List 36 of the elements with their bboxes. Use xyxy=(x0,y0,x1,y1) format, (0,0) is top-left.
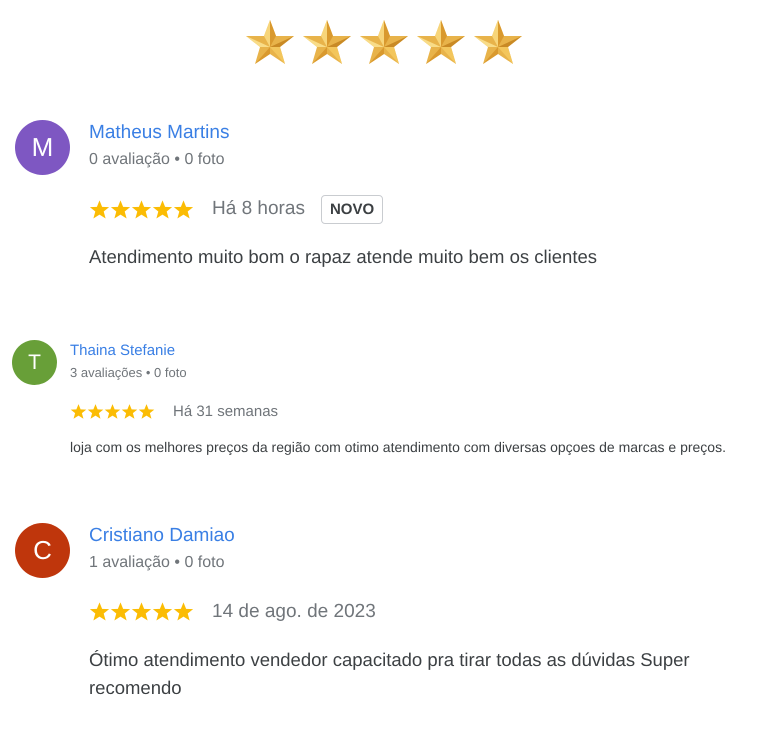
star-icon xyxy=(121,403,138,420)
reviewer-name[interactable]: Matheus Martins xyxy=(89,121,754,145)
review-time: Há 31 semanas xyxy=(173,403,278,420)
review-text: loja com os melhores preços da região com otimo atendimento com diversas opçoes de marcas e preços. xyxy=(70,438,727,457)
star-icon xyxy=(302,20,352,64)
avatar[interactable]: C xyxy=(15,522,70,578)
star-icon xyxy=(110,601,131,622)
star-icon xyxy=(359,20,409,64)
new-badge: NOVO xyxy=(320,194,384,224)
star-icon xyxy=(245,20,295,64)
star-icon xyxy=(173,198,194,220)
star-icon xyxy=(104,403,121,420)
star-icon xyxy=(110,198,131,220)
review-meta: 3 avaliações • 0 foto xyxy=(70,365,188,381)
star-icon xyxy=(138,403,155,420)
star-icon xyxy=(131,198,152,220)
review-text: Ótimo atendimento vendedor capacitado pra tirar todas as dúvidas Super recomendo xyxy=(89,648,691,700)
star-icon xyxy=(173,601,194,622)
reviewer-name[interactable]: Thaina Stefanie xyxy=(70,341,754,362)
reviewer-name[interactable]: Cristiano Damiao xyxy=(89,524,754,548)
star-icon xyxy=(416,20,466,64)
star-icon xyxy=(152,601,173,622)
star-icon xyxy=(70,403,87,420)
review-time: 14 de ago. de 2023 xyxy=(212,600,376,623)
star-icon xyxy=(131,601,152,622)
star-icon xyxy=(89,601,110,622)
star-icon xyxy=(87,403,104,420)
review-meta: 0 avaliação • 0 foto xyxy=(89,150,226,170)
review-text: Atendimento muito bom o rapaz atende muito bem os clientes xyxy=(89,245,598,270)
star-icon xyxy=(473,20,523,64)
avatar[interactable]: T xyxy=(12,340,57,386)
review-time: Há 8 horas xyxy=(212,198,305,220)
review-meta: 1 avaliação • 0 foto xyxy=(89,552,226,572)
avatar[interactable]: M xyxy=(15,120,70,175)
star-icon xyxy=(152,198,173,220)
star-icon xyxy=(89,198,110,220)
